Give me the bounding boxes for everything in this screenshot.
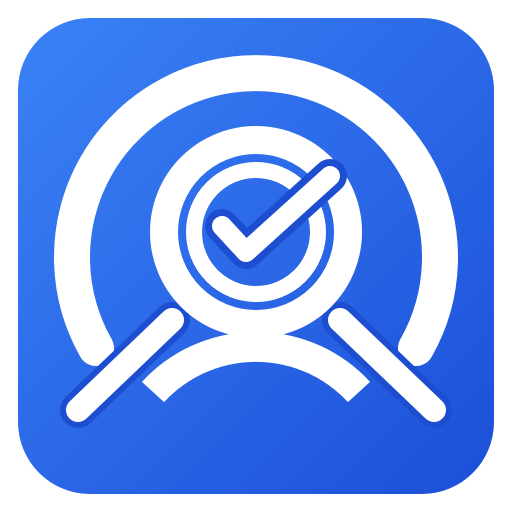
app-icon-graphic [18, 18, 494, 494]
canvas [0, 0, 512, 512]
app-icon[interactable] [0, 0, 512, 512]
